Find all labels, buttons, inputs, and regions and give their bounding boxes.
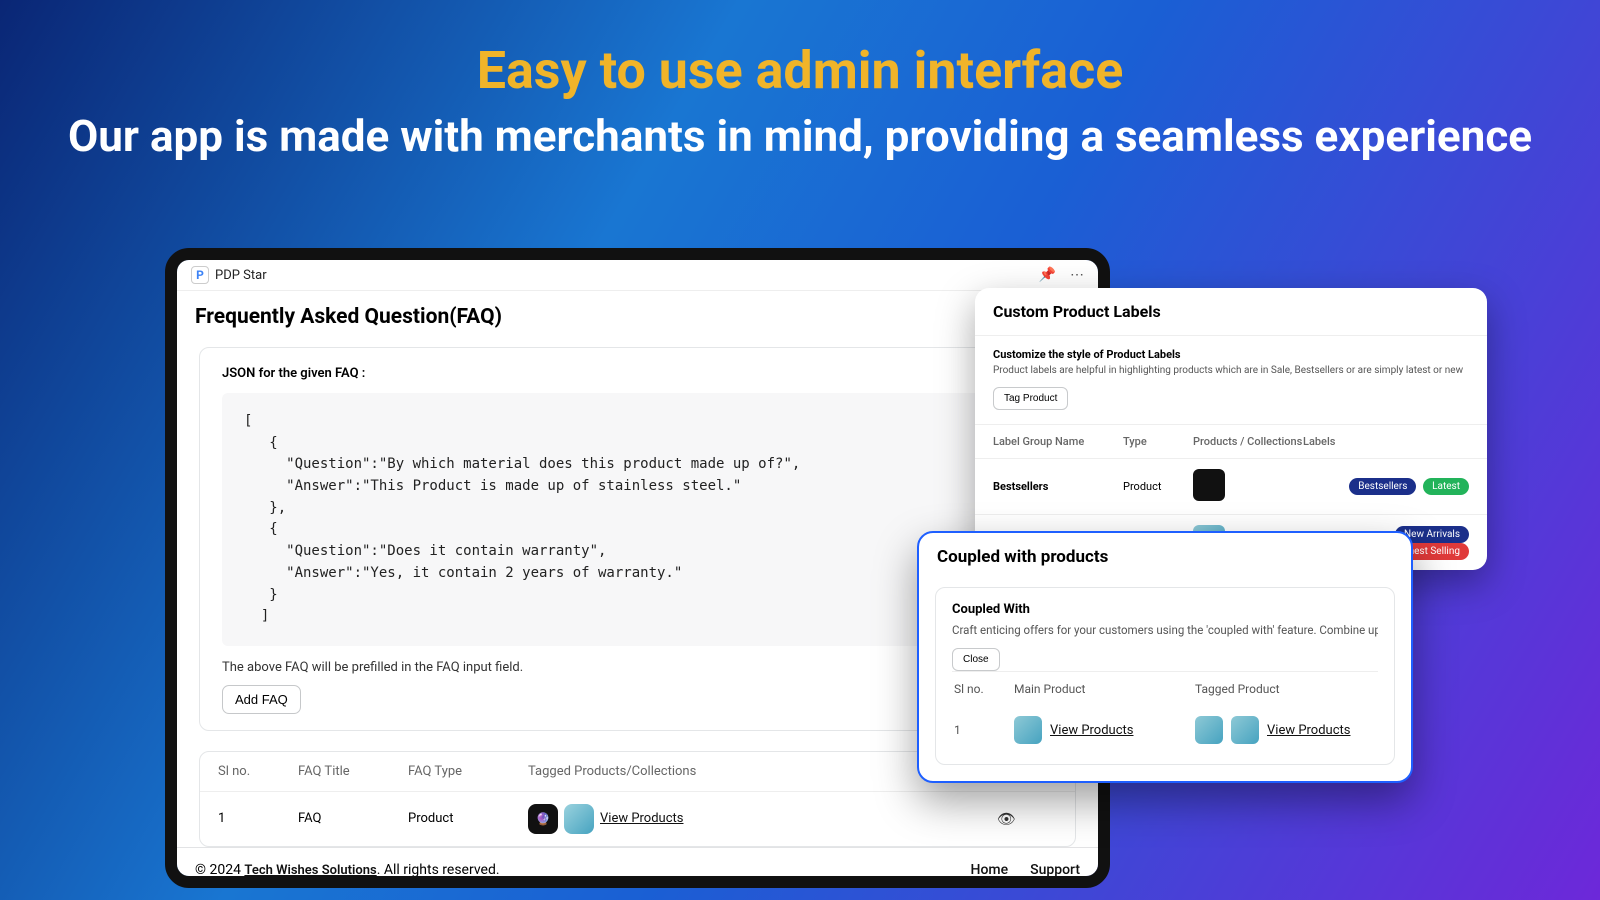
coupled-panel: Coupled with products Coupled With Craft… [917,531,1413,783]
product-thumb-icon: 🔮 [528,804,558,834]
col-title: FAQ Title [298,764,408,779]
faq-table-row: 1 FAQ Product 🔮 View Products 👁 [200,792,1075,846]
app-logo-icon: P [191,266,209,284]
labels-col-type: Type [1123,435,1193,448]
app-topbar: P PDP Star 📌 ⋯ [177,260,1098,291]
eye-icon[interactable]: 👁 [997,810,1057,828]
close-button[interactable]: Close [952,648,1000,671]
app-name: PDP Star [215,268,267,283]
product-thumb-icon [564,804,594,834]
json-label: JSON for the given FAQ : [222,366,1053,381]
product-thumb-icon [1014,716,1042,744]
footer: © 2024 Tech Wishes Solutions. All rights… [177,847,1098,888]
tag-product-button[interactable]: Tag Product [993,387,1068,410]
coupled-row: 1 View Products View Products [952,706,1378,754]
more-icon[interactable]: ⋯ [1070,267,1084,283]
coupled-card-desc: Craft enticing offers for your customers… [952,623,1378,637]
footer-home-link[interactable]: Home [971,862,1009,878]
add-faq-button[interactable]: Add FAQ [222,685,301,714]
label-type: Product [1123,480,1193,493]
product-thumb-icon [1193,469,1225,501]
copyright-suffix: . All rights reserved. [377,862,500,878]
footer-support-link[interactable]: Support [1030,862,1080,878]
coupled-sl: 1 [954,723,1014,737]
cell-sl: 1 [218,811,298,826]
coupled-col-tagged: Tagged Product [1195,682,1376,696]
label-pill: Latest [1423,478,1469,495]
labels-sub-desc: Product labels are helpful in highlighti… [993,365,1469,376]
page-title: Frequently Asked Question(FAQ) [177,291,1098,343]
cell-title: FAQ [298,811,408,826]
hero-subtitle: Our app is made with merchants in mind, … [0,109,1600,164]
pin-icon[interactable]: 📌 [1039,267,1056,283]
cell-type: Product [408,811,528,826]
view-products-link[interactable]: View Products [1267,723,1350,738]
label-group-name: Bestsellers [993,480,1123,493]
coupled-col-main: Main Product [1014,682,1195,696]
col-sl: Sl no. [218,764,298,779]
labels-panel-title: Custom Product Labels [975,288,1487,336]
copyright-prefix: © 2024 [195,862,244,878]
coupled-card-heading: Coupled With [952,602,1378,617]
hero-title: Easy to use admin interface [0,40,1600,101]
labels-col-labels: Labels [1303,435,1469,448]
product-thumb-icon [1231,716,1259,744]
labels-col-name: Label Group Name [993,435,1123,448]
company-link[interactable]: Tech Wishes Solutions [244,863,376,878]
view-products-link[interactable]: View Products [1050,723,1133,738]
label-pill: Bestsellers [1349,478,1416,495]
view-products-link[interactable]: View Products [600,811,683,826]
custom-labels-panel: Custom Product Labels Customize the styl… [975,288,1487,570]
col-type: FAQ Type [408,764,528,779]
labels-col-pc: Products / Collections [1193,435,1303,448]
coupled-title: Coupled with products [919,533,1411,581]
coupled-col-sl: Sl no. [954,682,1014,696]
product-thumb-icon [1195,716,1223,744]
labels-sub-heading: Customize the style of Product Labels [993,348,1469,361]
labels-row: Bestsellers Product Bestsellers Latest [975,458,1487,514]
